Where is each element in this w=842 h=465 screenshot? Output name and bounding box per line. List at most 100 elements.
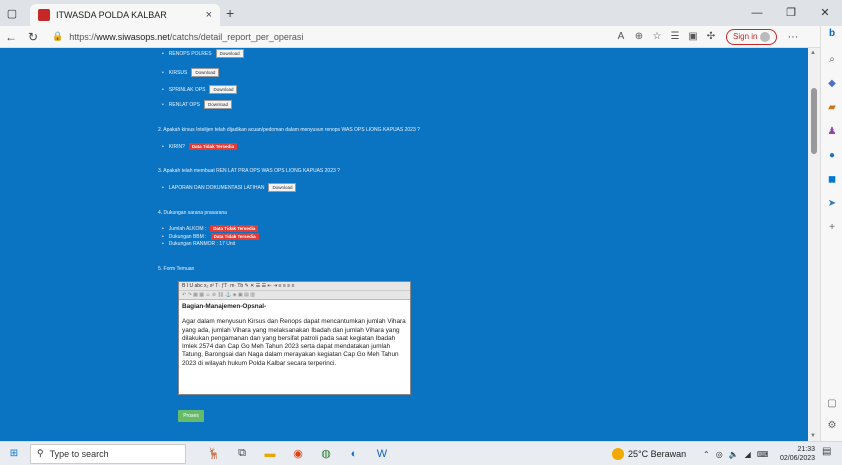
- favorite-icon[interactable]: ☆: [648, 31, 666, 42]
- sidebar-toggle-icon[interactable]: ▢: [825, 398, 839, 409]
- search-placeholder: Type to search: [49, 448, 109, 459]
- download-button[interactable]: Download: [203, 100, 232, 109]
- search-icon: ⚲: [37, 448, 44, 458]
- status-badge: Data Tidak Tersedia: [188, 143, 237, 150]
- more-menu-icon[interactable]: ···: [787, 31, 798, 43]
- item-label: KIRSUS: [168, 69, 188, 76]
- proses-button[interactable]: Proses: [178, 410, 204, 422]
- wifi-icon[interactable]: ◢: [745, 450, 751, 459]
- back-icon[interactable]: ←: [0, 30, 22, 44]
- tab-title: ITWASDA POLDA KALBAR: [56, 10, 167, 20]
- file-explorer-icon[interactable]: ▬: [260, 448, 280, 460]
- download-button[interactable]: Download: [215, 49, 244, 58]
- volume-icon[interactable]: 🔈: [729, 450, 739, 459]
- word-icon[interactable]: W: [372, 448, 392, 460]
- list-item: KIRIN? Data Tidak Tersedia: [162, 143, 237, 150]
- list-item: RENOPS POLRES Download: [162, 49, 244, 58]
- network-icon[interactable]: ◎: [716, 450, 723, 459]
- task-view-icon[interactable]: ⧉: [232, 447, 252, 460]
- zoom-icon[interactable]: ⊕: [630, 31, 648, 42]
- minimize-icon[interactable]: —: [740, 0, 774, 26]
- editor-text: Agar dalam menyusun Kirsus dan Renops da…: [182, 318, 406, 367]
- download-button[interactable]: Download: [268, 183, 297, 192]
- editor-heading: Bagian-Manajemen-Opsnal-: [182, 303, 267, 310]
- circle-icon[interactable]: ●: [825, 150, 839, 161]
- item-label: KIRIN?: [168, 143, 185, 150]
- page-scrollbar[interactable]: ▲ ▼: [808, 48, 820, 441]
- deer-widget-icon[interactable]: 🦌: [204, 447, 224, 460]
- tab-active[interactable]: ITWASDA POLDA KALBAR ×: [30, 4, 220, 26]
- taskbar-apps: 🦌 ⧉ ▬ ◉ ◍ ◐ W: [204, 447, 392, 460]
- clock-date: 02/06/2023: [780, 455, 816, 462]
- read-aloud-icon[interactable]: A: [612, 31, 630, 42]
- url-path: /catchs/detail_report_per_operasi: [169, 31, 304, 42]
- editor-toolbar-secondary[interactable]: ↶ ↷ ▦ ▦ ☺ ⊘ ⛓ ⚓ ◈ ▣ ▤ ▥: [179, 291, 410, 300]
- extensions-icon[interactable]: ✣: [702, 31, 720, 42]
- list-item: RENLAT OPS Download: [162, 100, 232, 109]
- tray-chevron-icon[interactable]: ⌃: [703, 450, 710, 459]
- address-toolbar: ← ↻ 🔒 https://www.siwasops.net/catchs/de…: [0, 26, 842, 48]
- url-field[interactable]: 🔒 https://www.siwasops.net/catchs/detail…: [52, 28, 612, 46]
- keyboard-icon[interactable]: ⌨: [757, 450, 769, 459]
- question-4: 4. Dukungan sarana prasarana: [158, 210, 227, 216]
- taskbar-search[interactable]: ⚲ Type to search: [30, 443, 186, 464]
- question-3: 3. Apakah telah membuat REN LAT PRA OPS …: [158, 168, 340, 174]
- download-button[interactable]: Download: [191, 68, 220, 77]
- status-badge: Data Tidak Tersedia: [210, 225, 259, 232]
- notification-icon[interactable]: ▤: [822, 446, 831, 457]
- lock-icon: 🔒: [52, 31, 64, 41]
- office-icon[interactable]: ◉: [288, 447, 308, 460]
- sign-in-button[interactable]: Sign in: [726, 28, 778, 45]
- restore-icon[interactable]: ❐: [774, 0, 808, 26]
- settings-icon[interactable]: ⚙: [825, 420, 839, 431]
- new-tab-button[interactable]: +: [226, 5, 234, 21]
- download-button[interactable]: Download: [209, 85, 238, 94]
- whatsapp-icon[interactable]: ◍: [316, 447, 336, 460]
- briefcase-icon[interactable]: ▰: [825, 102, 839, 113]
- taskbar: ⊞ ⚲ Type to search 🦌 ⧉ ▬ ◉ ◍ ◐ W 25°C Be…: [0, 441, 842, 465]
- weather-text: 25°C Berawan: [628, 449, 687, 459]
- list-item: SPRINLAK OPS Download: [162, 85, 238, 94]
- question-2: 2. Apakah kirsus Intelijen telah dijadik…: [158, 127, 420, 133]
- editor-toolbar[interactable]: B I U abc x₂ x² T· ƒT· m· Tb ✎ ✕ ☰ ☰ ⇤ ⇥…: [179, 282, 410, 291]
- url-prefix: https://: [69, 31, 97, 42]
- taskbar-clock[interactable]: 21:33 02/06/2023: [780, 445, 815, 463]
- edge-icon[interactable]: ◐: [344, 448, 364, 460]
- item-label: RENLAT OPS: [168, 101, 200, 108]
- editor-body[interactable]: Bagian-Manajemen-Opsnal- Agar dalam meny…: [179, 300, 410, 371]
- system-tray: ⌃ ◎ 🔈 ◢ ⌨: [703, 442, 768, 465]
- browser-titlebar: ▢ ITWASDA POLDA KALBAR × + — ❐ ✕: [0, 0, 842, 26]
- bing-icon[interactable]: b: [825, 28, 839, 39]
- outlook-icon[interactable]: ◼: [825, 174, 839, 185]
- rich-text-editor[interactable]: B I U abc x₂ x² T· ƒT· m· Tb ✎ ✕ ☰ ☰ ⇤ ⇥…: [178, 281, 411, 395]
- weather-widget[interactable]: 25°C Berawan: [612, 442, 686, 465]
- window-menu-icon[interactable]: ▢: [0, 0, 24, 26]
- scroll-down-icon[interactable]: ▼: [810, 433, 816, 439]
- profile-avatar-icon: [760, 31, 771, 42]
- item-label: Jumlah ALKOM :: [168, 225, 207, 232]
- favorites-list-icon[interactable]: ☰: [666, 31, 684, 42]
- windows-start-icon[interactable]: ⊞: [4, 448, 24, 459]
- tab-close-icon[interactable]: ×: [206, 9, 212, 21]
- item-label: RENOPS POLRES: [168, 50, 212, 57]
- item-label: LAPORAN DAN DOKUMENTASI LATIHAN: [168, 184, 265, 191]
- search-icon[interactable]: ⌕: [825, 54, 839, 65]
- item-label: SPRINLAK OPS: [168, 86, 206, 93]
- url-host: www.siwasops.net: [96, 31, 170, 42]
- list-item: Jumlah ALKOM : Data Tidak Tersedia: [162, 225, 259, 232]
- weather-icon: [612, 448, 624, 460]
- collections-icon[interactable]: ▣: [684, 31, 702, 42]
- send-icon[interactable]: ➤: [825, 198, 839, 209]
- window-controls: — ❐ ✕: [740, 0, 842, 26]
- refresh-icon[interactable]: ↻: [22, 30, 44, 44]
- tag-icon[interactable]: ◆: [825, 78, 839, 89]
- toolbar-icons: A ⊕ ☆ ☰ ▣ ✣: [612, 31, 720, 42]
- question-5: 5. Form Temuan: [158, 266, 195, 272]
- scroll-up-icon[interactable]: ▲: [810, 50, 816, 56]
- add-icon[interactable]: +: [825, 222, 839, 233]
- status-badge: Data Tidak Tersedia: [210, 233, 259, 240]
- close-window-icon[interactable]: ✕: [808, 0, 842, 26]
- people-icon[interactable]: ♟: [825, 126, 839, 137]
- list-item: Dukungan BBM : Data Tidak Tersedia: [162, 233, 259, 240]
- scroll-thumb[interactable]: [811, 88, 817, 154]
